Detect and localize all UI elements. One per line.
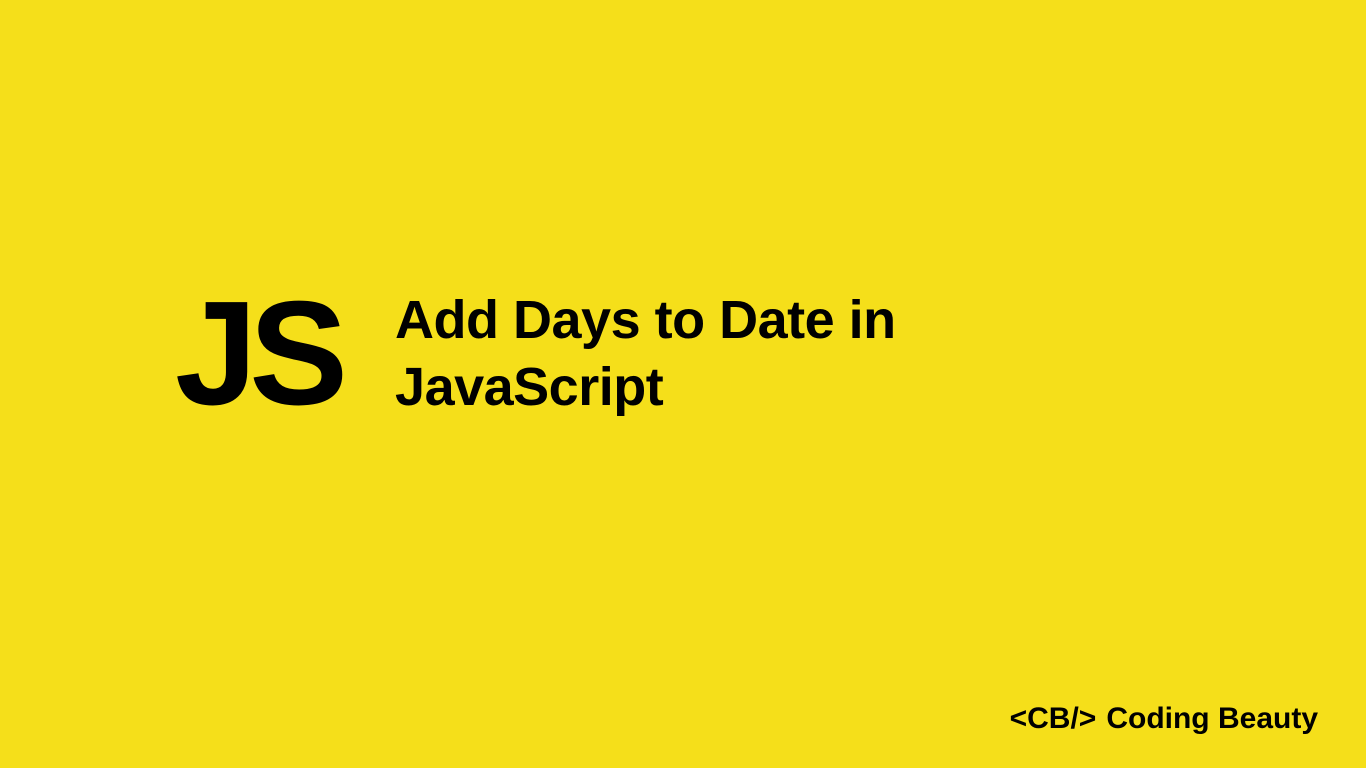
js-logo: JS — [175, 280, 340, 428]
title-line-1: Add Days to Date in — [395, 287, 896, 355]
title-line-2: JavaScript — [395, 354, 896, 422]
brand-tag: <CB/> — [1010, 702, 1097, 736]
article-title: Add Days to Date in JavaScript — [395, 287, 896, 422]
brand-footer: <CB/> Coding Beauty — [1010, 702, 1318, 736]
main-content: JS Add Days to Date in JavaScript — [175, 280, 896, 428]
brand-name: Coding Beauty — [1106, 702, 1318, 736]
